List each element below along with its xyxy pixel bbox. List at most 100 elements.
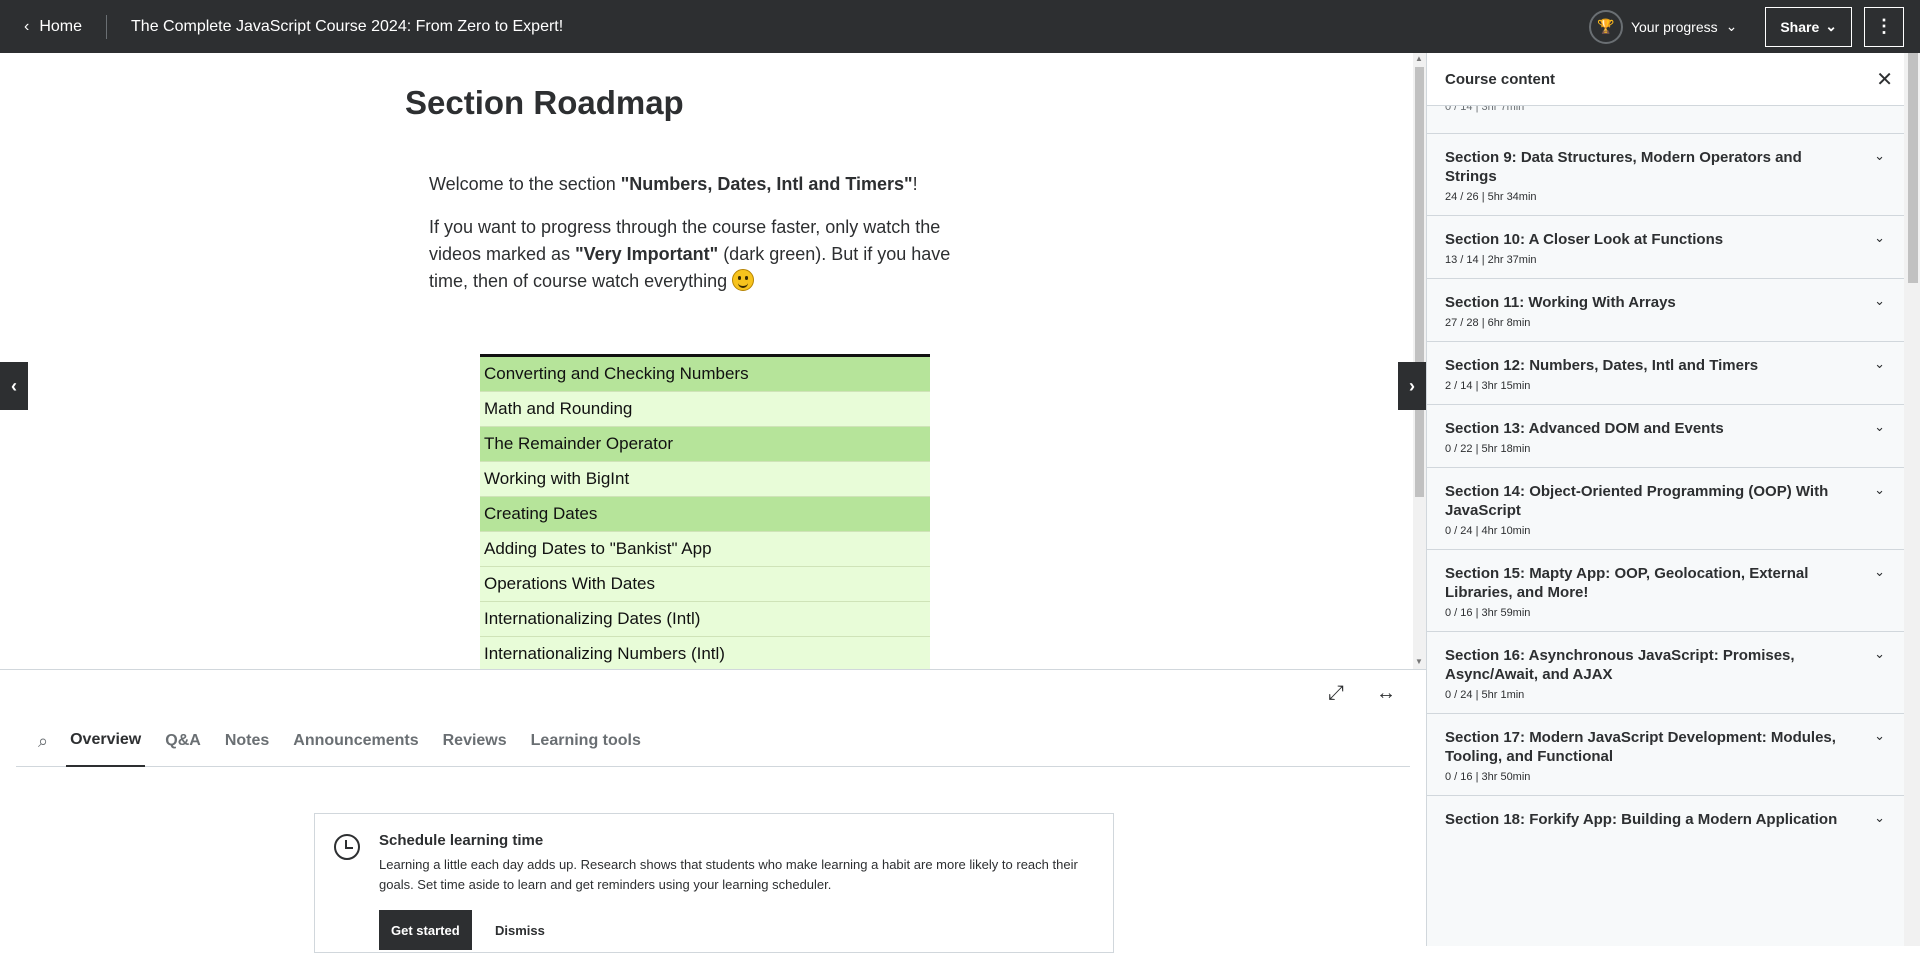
schedule-title: Schedule learning time [379, 832, 544, 849]
lecture-row: Operations With Dates [480, 567, 930, 602]
course-tabs: ⌕ Overview Q&A Notes Announcements Reviews Le… [16, 716, 1410, 767]
course-section[interactable]: Section 16: Asynchronous JavaScript: Pro… [1427, 631, 1904, 713]
home-label: Home [39, 17, 83, 35]
sidebar-title: Course content [1445, 70, 1556, 88]
lecture-row: The Remainder Operator [480, 427, 930, 462]
tab-q-a[interactable]: Q&A [161, 716, 205, 767]
alarm-clock-icon [334, 834, 360, 860]
section-list: Section 9: Data Structures, Modern Opera… [1427, 133, 1904, 841]
close-icon[interactable]: ✕ [1876, 67, 1893, 92]
chevron-down-icon[interactable]: ⌄ [1874, 419, 1885, 435]
welcome-section-name: "Numbers, Dates, Intl and Timers" [620, 174, 913, 194]
search-icon[interactable]: ⌕ [38, 731, 48, 752]
course-section[interactable]: Section 13: Advanced DOM and Events 0 / 2… [1427, 404, 1904, 467]
section-title: Section 11: Working With Arrays [1445, 294, 1676, 311]
chevron-down-icon[interactable]: ⌄ [1874, 810, 1885, 826]
welcome-text: Welcome to the section [429, 174, 621, 194]
tab-overview[interactable]: Overview [66, 716, 146, 767]
share-button[interactable]: Share ⌄ [1765, 6, 1852, 47]
lecture-viewer: Section Roadmap Welcome to the section "… [0, 53, 1426, 669]
tab-announcements[interactable]: Announcements [289, 716, 422, 767]
course-section[interactable]: Section 9: Data Structures, Modern Opera… [1427, 133, 1904, 215]
section-meta: 0 / 24 | 5hr 1min [1445, 689, 1525, 701]
smiley-emoji-icon [732, 269, 755, 291]
section-meta: 0 / 22 | 5hr 18min [1445, 443, 1531, 455]
expand-icon[interactable]: ⤢ [1328, 682, 1344, 705]
scroll-up-icon[interactable]: ▲ [1415, 54, 1423, 63]
page-scroll-thumb[interactable] [1908, 53, 1918, 283]
tab-learning-tools[interactable]: Learning tools [527, 716, 645, 767]
course-section[interactable]: Section 12: Numbers, Dates, Intl and Tim… [1427, 341, 1904, 404]
section-title: Section 12: Numbers, Dates, Intl and Tim… [1445, 357, 1759, 374]
progress-button[interactable]: 🏆 Your progress ⌄ [1588, 9, 1738, 44]
schedule-description: Learning a little each day adds up. Rese… [379, 857, 1078, 892]
section-meta: 0 / 24 | 4hr 10min [1445, 525, 1531, 537]
section-title: Section 15: Mapty App: OOP, Geolocation,… [1445, 565, 1809, 601]
section-meta: 0 / 16 | 3hr 59min [1445, 607, 1531, 619]
chevron-down-icon[interactable]: ⌄ [1874, 148, 1885, 164]
lecture-row: Converting and Checking Numbers [480, 357, 930, 392]
chevron-down-icon[interactable]: ⌄ [1874, 482, 1885, 498]
chevron-down-icon[interactable]: ⌄ [1874, 230, 1885, 246]
course-section[interactable]: Section 11: Working With Arrays 27 / 28 |… [1427, 278, 1904, 341]
section-title: Section 18: Forkify App: Building a Mode… [1445, 811, 1838, 828]
chevron-down-icon[interactable]: ⌄ [1874, 293, 1885, 309]
lecture-row: Internationalizing Dates (Intl) [480, 602, 930, 637]
viewer-controls: ⤢ ↔ [0, 669, 1426, 716]
chevron-down-icon: ⌄ [1825, 18, 1837, 34]
chevron-left-icon: ‹ [24, 17, 30, 35]
lecture-row: Creating Dates [480, 497, 930, 532]
welcome-paragraph: Welcome to the section "Numbers, Dates, … [429, 171, 989, 198]
section-title: Section 14: Object-Oriented Programming … [1445, 483, 1829, 519]
course-section[interactable]: Section 17: Modern JavaScript Developmen… [1427, 713, 1904, 795]
welcome-suffix: ! [912, 174, 918, 194]
tab-notes[interactable]: Notes [221, 716, 273, 767]
lecture-row: Adding Dates to "Bankist" App [480, 532, 930, 567]
chevron-down-icon[interactable]: ⌄ [1874, 646, 1885, 662]
top-bar-actions: 🏆 Your progress ⌄ Share ⌄ ⋮ [1588, 0, 1904, 53]
chevron-down-icon: ⌄ [1725, 18, 1738, 34]
lecture-row: Internationalizing Numbers (Intl) [480, 637, 930, 669]
progress-label: Your progress [1630, 18, 1718, 35]
chevron-left-icon: ‹ [11, 375, 17, 396]
course-section[interactable]: Section 10: A Closer Look at Functions 13… [1427, 215, 1904, 278]
course-title[interactable]: The Complete JavaScript Course 2024: Fro… [131, 18, 563, 36]
lecture-title: Section Roadmap [405, 84, 684, 121]
lecture-list-table: Converting and Checking Numbers Math and … [480, 354, 930, 669]
chevron-down-icon[interactable]: ⌄ [1874, 728, 1885, 744]
get-started-button[interactable]: Get started [379, 910, 472, 950]
section-meta: 0 / 16 | 3hr 50min [1445, 771, 1531, 783]
scroll-down-icon[interactable]: ▼ [1415, 657, 1423, 666]
course-content-sidebar: Course content ✕ 0 / 14 | 3hr 7min Secti… [1426, 53, 1904, 946]
section-meta: 2 / 14 | 3hr 15min [1445, 380, 1531, 392]
chevron-down-icon[interactable]: ⌄ [1874, 356, 1885, 372]
section-title: Section 16: Asynchronous JavaScript: Pro… [1445, 647, 1795, 683]
course-section[interactable]: Section 14: Object-Oriented Programming … [1427, 467, 1904, 549]
top-bar: ‹ Home The Complete JavaScript Course 20… [0, 0, 1920, 53]
section-title: Section 10: A Closer Look at Functions [1445, 231, 1724, 248]
section-meta: 27 / 28 | 6hr 8min [1445, 317, 1531, 329]
course-section[interactable]: Section 15: Mapty App: OOP, Geolocation,… [1427, 549, 1904, 631]
dismiss-button[interactable]: Dismiss [495, 910, 545, 950]
lecture-row: Working with BigInt [480, 462, 930, 497]
viewer-scrollbar[interactable]: ▲ ▼ [1413, 53, 1426, 669]
viewer-scroll-thumb[interactable] [1415, 67, 1424, 497]
very-important-label: "Very Important" [575, 244, 719, 264]
section-title: Section 17: Modern JavaScript Developmen… [1445, 729, 1836, 765]
chevron-right-icon: › [1409, 375, 1415, 396]
previous-lecture-button[interactable]: ‹ [0, 362, 28, 410]
page-scrollbar[interactable] [1904, 53, 1920, 946]
widen-icon[interactable]: ↔ [1376, 682, 1396, 705]
more-options-button[interactable]: ⋮ [1864, 6, 1904, 47]
chevron-down-icon[interactable]: ⌄ [1874, 564, 1885, 580]
trophy-icon: 🏆 [1588, 9, 1623, 44]
sidebar-header: Course content ✕ [1427, 53, 1904, 106]
section-meta: 13 / 14 | 2hr 37min [1445, 254, 1537, 266]
next-lecture-button[interactable]: › [1398, 362, 1426, 410]
progress-paragraph: If you want to progress through the cour… [429, 214, 989, 295]
course-section[interactable]: Section 18: Forkify App: Building a Mode… [1427, 795, 1904, 841]
tab-reviews[interactable]: Reviews [439, 716, 511, 767]
share-label: Share [1780, 18, 1820, 35]
home-link[interactable]: ‹ Home [0, 14, 108, 39]
kebab-icon: ⋮ [1875, 16, 1893, 36]
